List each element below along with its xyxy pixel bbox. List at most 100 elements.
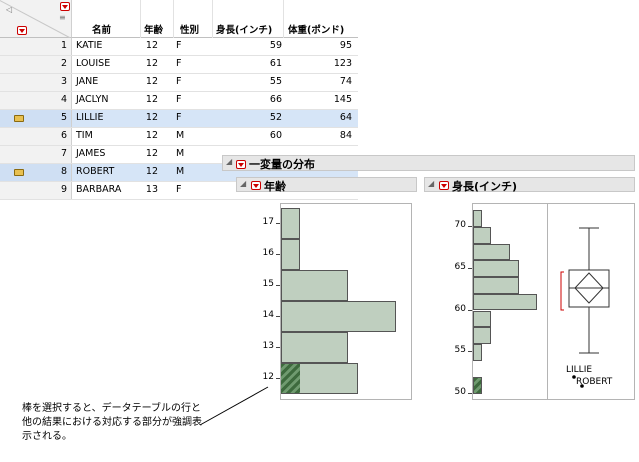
cell-age[interactable]: 12 <box>118 94 158 105</box>
table-row[interactable]: 4 JACLYN 12 F 66 145 <box>0 92 358 110</box>
cell-name[interactable]: JACLYN <box>76 94 109 105</box>
height-bar[interactable] <box>473 227 492 244</box>
cell-h[interactable]: 55 <box>242 76 282 87</box>
cell-age[interactable]: 12 <box>118 148 158 159</box>
age-bar-13[interactable] <box>281 332 349 363</box>
col-header-sex[interactable]: 性別 <box>180 22 199 38</box>
cell-h[interactable]: 61 <box>242 58 282 69</box>
table-row[interactable]: 3 JANE 12 F 55 74 <box>0 74 358 92</box>
row-number[interactable]: 1 <box>0 38 72 55</box>
height-panel-title-bar[interactable]: ◢ 身長(インチ) <box>424 177 635 193</box>
cell-w[interactable]: 64 <box>312 112 352 123</box>
cell-age[interactable]: 13 <box>118 184 158 195</box>
cell-age[interactable]: 12 <box>118 40 158 51</box>
cell-sex[interactable]: F <box>176 184 181 195</box>
row-number[interactable]: 4 <box>0 92 72 109</box>
cell-name[interactable]: ROBERT <box>76 166 114 177</box>
disclosure-icon[interactable]: ◢ <box>428 179 434 188</box>
col-header-age[interactable]: 年齢 <box>144 22 163 38</box>
col-header-weight[interactable]: 体重(ポンド) <box>288 22 344 38</box>
row-number[interactable]: 9 <box>0 182 72 199</box>
cell-sex[interactable]: F <box>176 58 181 69</box>
cell-age[interactable]: 12 <box>118 112 158 123</box>
height-tick-mark <box>468 393 472 394</box>
row-number[interactable]: 6 <box>0 128 72 145</box>
disclosure-icon[interactable]: ◢ <box>240 179 246 188</box>
col-header-name[interactable]: 名前 <box>92 22 111 38</box>
height-histogram-frame[interactable] <box>472 203 549 400</box>
col-header-height[interactable]: 身長(インチ) <box>216 22 272 38</box>
cell-sex[interactable]: F <box>176 40 181 51</box>
cell-h[interactable]: 60 <box>242 130 282 141</box>
cell-name[interactable]: JAMES <box>76 148 105 159</box>
age-tick-label: 17 <box>262 216 274 227</box>
rows-red-triangle-icon[interactable] <box>17 26 28 35</box>
height-bar[interactable] <box>473 210 483 227</box>
row-number[interactable]: 7 <box>0 146 72 163</box>
row-number[interactable]: 2 <box>0 56 72 73</box>
cell-sex[interactable]: M <box>176 148 184 159</box>
height-bar[interactable] <box>473 310 492 328</box>
row-number[interactable]: 8 <box>0 164 72 181</box>
cell-name[interactable]: JANE <box>76 76 98 87</box>
height-tick-mark <box>468 226 472 227</box>
age-bar-16[interactable] <box>281 239 301 270</box>
age-bar-selected-12[interactable] <box>281 364 301 393</box>
row-number[interactable]: 5 <box>0 110 72 127</box>
cell-sex[interactable]: M <box>176 130 184 141</box>
table-row[interactable]: 2 LOUISE 12 F 61 123 <box>0 56 358 74</box>
table-row[interactable]: 1 KATIE 12 F 59 95 <box>0 38 358 56</box>
age-histogram-frame[interactable] <box>280 203 412 400</box>
cell-w[interactable]: 145 <box>312 94 352 105</box>
header-row: 名前 年齢 性別 身長(インチ) 体重(ポンド) <box>72 0 358 38</box>
cell-sex[interactable]: F <box>176 76 181 87</box>
cell-name[interactable]: LILLIE <box>76 112 103 123</box>
table-row[interactable]: 6 TIM 12 M 60 84 <box>0 128 358 146</box>
height-bar[interactable] <box>473 277 519 294</box>
height-bar[interactable] <box>473 327 492 344</box>
cell-sex[interactable]: F <box>176 112 181 123</box>
report-title-bar[interactable]: ◢ 一変量の分布 <box>222 155 635 171</box>
age-bar-15[interactable] <box>281 270 349 301</box>
height-boxplot-frame[interactable]: LILLIE ROBERT <box>547 203 635 400</box>
age-bar-14[interactable] <box>281 301 396 332</box>
table-row[interactable]: 5 LILLIE 12 F 52 64 <box>0 110 358 128</box>
row-number-label: 8 <box>60 166 67 177</box>
age-bar-17[interactable] <box>281 208 301 239</box>
cell-age[interactable]: 12 <box>118 58 158 69</box>
height-bar[interactable] <box>473 260 519 278</box>
height-red-triangle-icon[interactable] <box>439 181 449 190</box>
cell-w[interactable]: 123 <box>312 58 352 69</box>
cell-w[interactable]: 74 <box>312 76 352 87</box>
cell-name[interactable]: KATIE <box>76 40 102 51</box>
report-red-triangle-icon[interactable] <box>236 160 246 169</box>
table-corner[interactable]: ◁ ≡ <box>0 0 72 39</box>
row-number[interactable]: 3 <box>0 74 72 91</box>
height-tick-label: 55 <box>454 345 466 356</box>
cell-h[interactable]: 66 <box>242 94 282 105</box>
cell-h[interactable]: 52 <box>242 112 282 123</box>
cell-age[interactable]: 12 <box>118 166 158 177</box>
filter-icon[interactable]: ≡ <box>59 13 66 22</box>
height-bar[interactable] <box>473 343 483 361</box>
disclosure-icon[interactable]: ◢ <box>226 157 232 166</box>
cell-w[interactable]: 84 <box>312 130 352 141</box>
height-bar-selected[interactable] <box>473 377 483 394</box>
cell-w[interactable]: 95 <box>312 40 352 51</box>
cell-age[interactable]: 12 <box>118 130 158 141</box>
cell-age[interactable]: 12 <box>118 76 158 87</box>
cell-name[interactable]: LOUISE <box>76 58 110 69</box>
height-bar[interactable] <box>473 293 537 311</box>
cell-name[interactable]: BARBARA <box>76 184 121 195</box>
cell-name[interactable]: TIM <box>76 130 93 141</box>
cell-h[interactable]: 59 <box>242 40 282 51</box>
age-red-triangle-icon[interactable] <box>251 181 261 190</box>
cell-sex[interactable]: M <box>176 166 184 177</box>
distribution-report: ◢ 一変量の分布 ◢ 年齢 ◢ 身長(インチ) LILLIE ROBERT 17 <box>222 155 639 405</box>
table-red-triangle-icon[interactable] <box>60 2 70 11</box>
age-tick-label: 16 <box>262 247 274 258</box>
height-bar[interactable] <box>473 243 510 261</box>
age-panel-title-bar[interactable]: ◢ 年齢 <box>236 177 417 193</box>
cell-sex[interactable]: F <box>176 94 181 105</box>
age-tick-mark <box>276 222 280 224</box>
